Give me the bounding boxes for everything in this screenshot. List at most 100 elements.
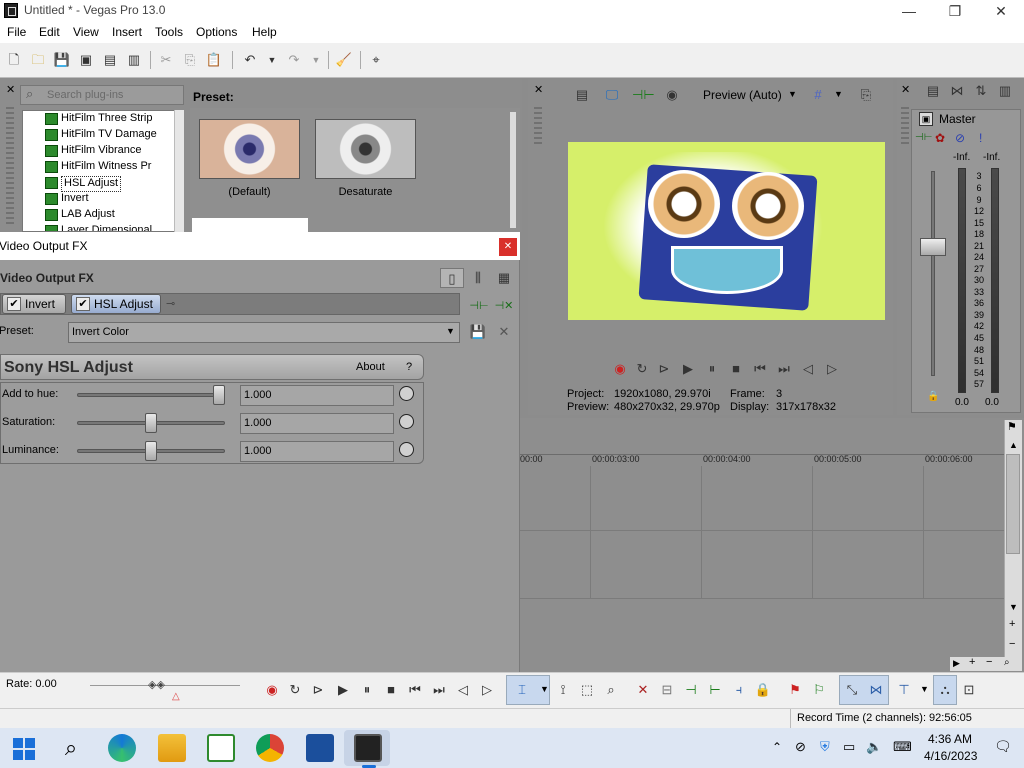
stop-icon[interactable]: ■	[381, 680, 401, 700]
menu-help[interactable]: Help	[252, 25, 277, 39]
timeline-vscrollbar[interactable]: ⚑ ▲ ▼ + −	[1004, 420, 1022, 660]
hue-value-field[interactable]: 1.000	[240, 385, 394, 406]
pause-icon[interactable]: ⏸	[702, 359, 722, 379]
preset-scrollbar[interactable]	[510, 112, 516, 228]
preview-quality-dropdown[interactable]: Preview (Auto)	[703, 88, 782, 102]
fader-track[interactable]	[931, 171, 935, 376]
tree-item-hsl-adjust[interactable]: HSL Adjust	[61, 176, 122, 192]
tree-item-lab-adjust[interactable]: LAB Adjust	[61, 208, 115, 224]
go-to-start-icon[interactable]: ⏮	[750, 359, 770, 379]
panel-close-icon[interactable]: ✕	[6, 83, 15, 96]
chevron-down-icon[interactable]: ▼	[446, 326, 455, 336]
zoom-in-icon[interactable]: +	[1009, 618, 1015, 630]
zoom-tool-icon[interactable]: ⌕	[601, 680, 621, 700]
volume-icon[interactable]: 🔈	[866, 739, 882, 755]
notifications-icon[interactable]: 🗨	[994, 738, 1012, 755]
menu-file[interactable]: File	[7, 25, 26, 39]
panel-grip[interactable]	[534, 107, 542, 147]
go-to-end-icon[interactable]: ⏭	[774, 359, 794, 379]
undo-dropdown-icon[interactable]: ▼	[262, 50, 282, 70]
scroll-right-icon[interactable]: ▶	[953, 658, 960, 669]
chevron-down-icon[interactable]: ▼	[834, 89, 843, 99]
hue-keyframe-icon[interactable]	[399, 386, 414, 401]
next-frame-icon[interactable]: ▷	[822, 359, 842, 379]
lock-envelopes-icon[interactable]: 🔒	[753, 680, 773, 700]
tree-item-invert[interactable]: Invert	[61, 192, 89, 208]
zoom-tool-icon[interactable]: ⌕	[1004, 657, 1010, 668]
insert-region-icon[interactable]: ⚐	[809, 680, 829, 700]
maximize-button[interactable]: ❐	[932, 0, 978, 22]
menu-tools[interactable]: Tools	[155, 25, 183, 39]
tree-item-layer-dimensional[interactable]: Layer Dimensional	[61, 224, 152, 231]
tree-item-hitfilm-three-strip[interactable]: HitFilm Three Strip	[61, 112, 152, 128]
previous-frame-icon[interactable]: ◁	[798, 359, 818, 379]
preset-thumb-desaturate[interactable]	[315, 119, 416, 179]
play-from-start-icon[interactable]: ⊳	[308, 680, 328, 700]
redo-dropdown-icon[interactable]: ▼	[306, 50, 326, 70]
preset-thumb-default[interactable]	[199, 119, 300, 179]
overlays-grid-icon[interactable]: #	[808, 85, 828, 105]
master-fader[interactable]	[920, 238, 946, 256]
rate-slider-thumb[interactable]: ◈◈	[148, 678, 165, 691]
fx-bypass-icon[interactable]: ⊣⊢	[469, 296, 489, 316]
taskbar-date[interactable]: 4/16/2023	[924, 749, 977, 763]
mute-icon[interactable]: ⊘	[955, 131, 965, 145]
luminance-value-field[interactable]: 1.000	[240, 441, 394, 462]
solo-icon[interactable]: !	[979, 131, 982, 145]
taskbar-clock[interactable]: 4:36 AM	[928, 732, 972, 746]
undo-icon[interactable]: ↶	[240, 50, 260, 70]
store-app-icon[interactable]	[306, 734, 334, 762]
cut-icon[interactable]: ✂	[156, 50, 176, 70]
minimize-button[interactable]: —	[886, 0, 932, 22]
external-monitor-icon[interactable]: 🖵	[602, 85, 622, 105]
lock-icon[interactable]: ⊡	[959, 680, 979, 700]
loop-playback-icon[interactable]: ↻	[632, 359, 652, 379]
network-off-icon[interactable]: ⊘	[795, 739, 806, 755]
save-preset-icon[interactable]: 💾	[468, 322, 488, 342]
mixer-properties-icon[interactable]: ▤	[923, 81, 943, 101]
video-fx-icon[interactable]: ◉	[662, 85, 682, 105]
saturation-keyframe-icon[interactable]	[399, 414, 414, 429]
ignore-grouping-icon[interactable]: ⊤	[894, 680, 914, 700]
hzoom-out-icon[interactable]: −	[986, 656, 992, 668]
save-as-icon[interactable]: ▣	[76, 50, 96, 70]
scroll-up-icon[interactable]: ▲	[1009, 440, 1018, 450]
dim-output-icon[interactable]: ⇅	[971, 81, 991, 101]
menu-options[interactable]: Options	[196, 25, 237, 39]
vscroll-thumb[interactable]	[1006, 454, 1020, 554]
zoom-out-icon[interactable]: −	[1009, 638, 1015, 650]
split-icon[interactable]: ⫞	[729, 680, 749, 700]
tree-item-hitfilm-vibrance[interactable]: HitFilm Vibrance	[61, 144, 142, 160]
plugin-tree[interactable]: HitFilm Three Strip HitFilm TV Damage Hi…	[22, 110, 184, 232]
menu-insert[interactable]: Insert	[112, 25, 142, 39]
checkbox-icon[interactable]: ✔	[76, 297, 90, 311]
play-icon[interactable]: ▶	[678, 359, 698, 379]
security-shield-icon[interactable]: ⛨	[820, 739, 830, 755]
split-screen-icon[interactable]: ⊣⊢	[632, 85, 655, 105]
trim-icon[interactable]: ⊟	[657, 680, 677, 700]
copy-icon[interactable]: ⎘	[180, 50, 200, 70]
help-button[interactable]: ?	[406, 361, 412, 373]
luminance-keyframe-icon[interactable]	[399, 442, 414, 457]
panel-grip[interactable]	[901, 107, 909, 147]
notes-app-icon[interactable]	[207, 734, 235, 762]
chevron-down-icon[interactable]: ▼	[920, 684, 929, 694]
tree-item-hitfilm-tv-damage[interactable]: HitFilm TV Damage	[61, 128, 157, 144]
preview-properties-icon[interactable]: ▤	[572, 85, 592, 105]
redo-icon[interactable]: ↷	[284, 50, 304, 70]
trim-end-icon[interactable]: ⊢	[705, 680, 725, 700]
previous-frame-icon[interactable]: ◁	[453, 680, 473, 700]
record-icon[interactable]: ◉	[262, 680, 282, 700]
play-icon[interactable]: ▶	[333, 680, 353, 700]
view-columns-icon[interactable]: ⫼	[468, 268, 488, 288]
file-explorer-icon[interactable]	[158, 734, 186, 762]
bypass-fx-icon[interactable]: ⊣⊢	[915, 132, 932, 143]
trim-start-icon[interactable]: ⊣	[681, 680, 701, 700]
go-to-start-icon[interactable]: ⏮	[405, 680, 425, 700]
copy-snapshot-icon[interactable]: ⎘	[856, 85, 876, 105]
saturation-value-field[interactable]: 1.000	[240, 413, 394, 434]
rate-slider-track[interactable]	[90, 685, 240, 686]
edge-browser-icon[interactable]	[108, 734, 136, 762]
view-list-icon[interactable]: ▯	[440, 268, 464, 288]
search-icon[interactable]: ⌕	[57, 734, 85, 762]
